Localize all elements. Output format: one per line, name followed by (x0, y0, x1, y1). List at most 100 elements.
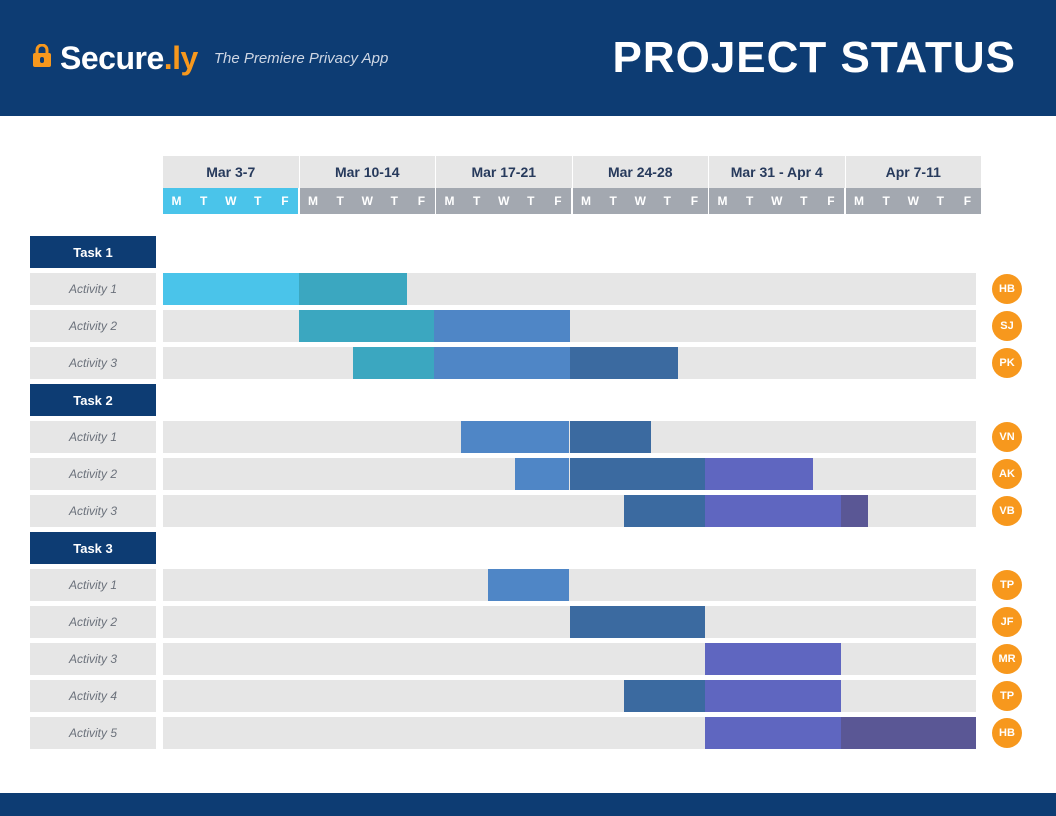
activity-row: Activity 2JF (30, 606, 1026, 638)
activity-row: Activity 1TP (30, 569, 1026, 601)
day-header-cell: M (573, 188, 600, 214)
gantt-bar (570, 606, 706, 638)
task-label: Task 2 (30, 384, 156, 416)
week-header: Mar 10-14 (300, 156, 436, 188)
gantt-track (163, 680, 976, 712)
activity-row: Activity 1HB (30, 273, 1026, 305)
day-header-cell: T (244, 188, 271, 214)
assignee-badge: JF (992, 607, 1022, 637)
day-header-cell: M (709, 188, 736, 214)
activity-label: Activity 3 (30, 347, 156, 379)
assignee-badge: TP (992, 570, 1022, 600)
day-header-cell: F (271, 188, 298, 214)
week-header-row: Mar 3-7Mar 10-14Mar 17-21Mar 24-28Mar 31… (163, 156, 1026, 188)
day-header-cell: T (600, 188, 627, 214)
day-header-cell: W (490, 188, 517, 214)
day-header-group: MTWTF (300, 188, 436, 214)
day-header-group: MTWTF (163, 188, 299, 214)
assignee-badge: HB (992, 718, 1022, 748)
gantt-bar (624, 680, 705, 712)
day-header-row: MTWTFMTWTFMTWTFMTWTFMTWTFMTWTF (163, 188, 1026, 214)
header: Secure.ly The Premiere Privacy App PROJE… (0, 0, 1056, 116)
activity-label: Activity 1 (30, 421, 156, 453)
day-header-cell: T (381, 188, 408, 214)
activity-label: Activity 1 (30, 273, 156, 305)
gantt-bar (515, 458, 569, 490)
gantt-bar (570, 458, 706, 490)
footer-bar (0, 793, 1056, 816)
day-header-cell: T (463, 188, 490, 214)
day-header-cell: T (654, 188, 681, 214)
assignee-badge: VB (992, 496, 1022, 526)
week-header: Apr 7-11 (846, 156, 982, 188)
gantt-bar (841, 495, 868, 527)
day-header-cell: M (436, 188, 463, 214)
gantt-bar (353, 347, 434, 379)
gantt-track (163, 569, 976, 601)
gantt-track (163, 310, 976, 342)
gantt-bar (570, 347, 678, 379)
activity-row: Activity 1VN (30, 421, 1026, 453)
content: Mar 3-7Mar 10-14Mar 17-21Mar 24-28Mar 31… (0, 116, 1056, 749)
gantt-bar (434, 310, 570, 342)
gantt-track (163, 643, 976, 675)
gantt-bar (434, 347, 570, 379)
gantt-track (163, 717, 976, 749)
activity-label: Activity 3 (30, 495, 156, 527)
activity-label: Activity 2 (30, 310, 156, 342)
gantt-bar (488, 569, 569, 601)
task-header-row: Task 3 (30, 532, 1026, 564)
activity-row: Activity 3PK (30, 347, 1026, 379)
day-header-group: MTWTF (436, 188, 572, 214)
activity-row: Activity 2 AK (30, 458, 1026, 490)
day-header-cell: T (190, 188, 217, 214)
assignee-badge: MR (992, 644, 1022, 674)
tagline: The Premiere Privacy App (214, 50, 389, 67)
day-header-cell: T (927, 188, 954, 214)
task-label: Task 3 (30, 532, 156, 564)
day-header-cell: W (763, 188, 790, 214)
gantt-bar (299, 273, 407, 305)
day-header-cell: T (873, 188, 900, 214)
day-header-group: MTWTF (846, 188, 982, 214)
lock-icon (32, 44, 52, 73)
activity-label: Activity 5 (30, 717, 156, 749)
gantt-bar (570, 421, 651, 453)
day-header-cell: T (736, 188, 763, 214)
gantt-bar (705, 717, 841, 749)
week-header: Mar 17-21 (436, 156, 572, 188)
task-header-row: Task 2 (30, 384, 1026, 416)
activity-row: Activity 3 VB (30, 495, 1026, 527)
day-header-cell: W (217, 188, 244, 214)
assignee-badge: TP (992, 681, 1022, 711)
day-header-cell: M (163, 188, 190, 214)
task-label: Task 1 (30, 236, 156, 268)
gantt-bar (163, 273, 299, 305)
logo: Secure.ly (32, 40, 198, 77)
activity-label: Activity 3 (30, 643, 156, 675)
activity-label: Activity 2 (30, 458, 156, 490)
logo-secure: Secure (60, 40, 164, 76)
gantt-bar (705, 643, 841, 675)
day-header-cell: T (790, 188, 817, 214)
gantt-bar (461, 421, 569, 453)
gantt-track (163, 347, 976, 379)
week-header: Mar 24-28 (573, 156, 709, 188)
day-header-group: MTWTF (709, 188, 845, 214)
gantt-chart: Mar 3-7Mar 10-14Mar 17-21Mar 24-28Mar 31… (30, 156, 1026, 749)
gantt-track (163, 458, 976, 490)
gantt-bar (705, 458, 813, 490)
day-header-cell: F (817, 188, 844, 214)
logo-text: Secure.ly (60, 40, 198, 77)
gantt-bar (705, 495, 841, 527)
day-header-cell: W (354, 188, 381, 214)
day-header-group: MTWTF (573, 188, 709, 214)
assignee-badge: AK (992, 459, 1022, 489)
gantt-track (163, 273, 976, 305)
day-header-cell: T (327, 188, 354, 214)
gantt-track (163, 495, 976, 527)
day-header-cell: F (681, 188, 708, 214)
activity-row: Activity 2SJ (30, 310, 1026, 342)
task-header-row: Task 1 (30, 236, 1026, 268)
day-header-cell: F (408, 188, 435, 214)
